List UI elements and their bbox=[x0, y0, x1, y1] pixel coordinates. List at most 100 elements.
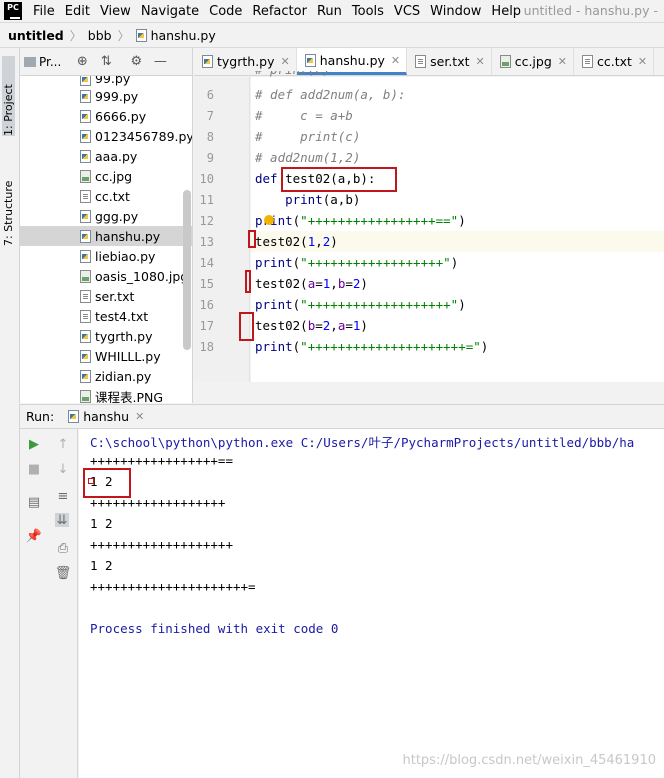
menu-tools[interactable]: Tools bbox=[347, 4, 389, 19]
tree-item[interactable]: aaa.py bbox=[20, 146, 192, 166]
tree-item[interactable]: ggg.py bbox=[20, 206, 192, 226]
annotation-marker bbox=[88, 478, 94, 484]
tab-cc-txt[interactable]: cc.txt ✕ bbox=[574, 48, 655, 75]
pycharm-logo-icon: PC bbox=[4, 2, 22, 20]
close-icon[interactable]: ✕ bbox=[391, 54, 400, 67]
line-number: 18 bbox=[199, 340, 214, 354]
tree-item-selected[interactable]: hanshu.py bbox=[20, 226, 192, 246]
close-icon[interactable]: ✕ bbox=[135, 410, 144, 423]
tab-ser[interactable]: ser.txt ✕ bbox=[407, 48, 492, 75]
python-file-icon bbox=[80, 89, 91, 103]
collapse-icon[interactable]: ⇅ bbox=[99, 54, 113, 69]
run-toolbar-secondary: ↑ ↓ ≡ ⇊ ⎙ 🗑 bbox=[48, 429, 78, 778]
menu-run[interactable]: Run bbox=[312, 4, 347, 19]
menu-file[interactable]: File bbox=[28, 4, 60, 19]
breadcrumb-project[interactable]: untitled bbox=[8, 28, 64, 43]
line-number: 7 bbox=[206, 109, 214, 123]
console-line: 1 2 bbox=[90, 516, 113, 531]
close-icon[interactable]: ✕ bbox=[638, 55, 647, 68]
code-line: print("++++++++++++++++++") bbox=[255, 255, 459, 270]
menu-window[interactable]: Window bbox=[425, 4, 486, 19]
layout-icon[interactable]: ▤ bbox=[27, 495, 41, 510]
menu-navigate[interactable]: Navigate bbox=[136, 4, 204, 19]
scrollbar[interactable] bbox=[183, 190, 191, 350]
left-tool-stripe: 1: Project 7: Structure bbox=[0, 48, 20, 403]
python-file-icon bbox=[80, 149, 91, 163]
tree-item[interactable]: 999.py bbox=[20, 86, 192, 106]
tree-item[interactable]: cc.jpg bbox=[20, 166, 192, 186]
soft-wrap-icon[interactable]: ≡ bbox=[56, 489, 70, 504]
annotation-box bbox=[281, 167, 397, 192]
scroll-to-end-icon[interactable]: ⇊ bbox=[55, 513, 69, 528]
arrow-down-icon[interactable]: ↓ bbox=[56, 462, 70, 477]
python-file-icon bbox=[80, 209, 91, 223]
tab-tygrth[interactable]: tygrth.py ✕ bbox=[194, 48, 297, 75]
python-file-icon bbox=[80, 349, 91, 363]
bottom-left-stripe bbox=[0, 404, 20, 778]
breadcrumb-folder[interactable]: bbb bbox=[88, 28, 112, 43]
tree-item[interactable]: zidian.py bbox=[20, 366, 192, 386]
tab-cc-jpg[interactable]: cc.jpg ✕ bbox=[492, 48, 574, 75]
run-toolbar-primary: ▶ ■ ▤ 📌 bbox=[20, 429, 48, 778]
tab-hanshu[interactable]: hanshu.py ✕ bbox=[296, 48, 408, 75]
menu-refactor[interactable]: Refactor bbox=[247, 4, 312, 19]
trash-icon[interactable]: 🗑 bbox=[55, 566, 72, 581]
chevron-right-icon: 〉 bbox=[117, 28, 130, 43]
minimize-icon[interactable]: — bbox=[153, 54, 167, 69]
tree-item[interactable]: 0123456789.py bbox=[20, 126, 192, 146]
line-number: 13 bbox=[199, 235, 214, 249]
locate-icon[interactable]: ⊕ bbox=[75, 54, 89, 69]
python-file-icon bbox=[80, 109, 91, 123]
tree-item[interactable]: test4.txt bbox=[20, 306, 192, 326]
tree-item[interactable]: WHILLL.py bbox=[20, 346, 192, 366]
menu-code[interactable]: Code bbox=[204, 4, 247, 19]
print-icon[interactable]: ⎙ bbox=[56, 541, 70, 556]
project-view-selector[interactable]: Pr... bbox=[39, 55, 61, 69]
close-icon[interactable]: ✕ bbox=[558, 55, 567, 68]
lightbulb-icon[interactable] bbox=[264, 215, 274, 225]
tree-item[interactable]: liebiao.py bbox=[20, 246, 192, 266]
tree-item[interactable]: 6666.py bbox=[20, 106, 192, 126]
tree-item[interactable]: tygrth.py bbox=[20, 326, 192, 346]
line-number: 12 bbox=[199, 214, 214, 228]
menu-vcs[interactable]: VCS bbox=[389, 4, 425, 19]
tree-item[interactable]: ser.txt bbox=[20, 286, 192, 306]
code-line: print("+++++++++++++++++++") bbox=[255, 297, 466, 312]
run-label: Run: bbox=[26, 409, 55, 424]
project-tree: 99.py 999.py 6666.py 0123456789.py aaa.p… bbox=[20, 70, 192, 403]
menu-edit[interactable]: Edit bbox=[60, 4, 95, 19]
pin-icon[interactable]: 📌 bbox=[26, 529, 42, 544]
gear-icon[interactable]: ⚙ bbox=[129, 54, 143, 69]
tree-item[interactable]: 课程表.PNG bbox=[20, 386, 192, 403]
image-file-icon bbox=[80, 269, 91, 283]
close-icon[interactable]: ✕ bbox=[281, 55, 290, 68]
code-line: test02(1,2) bbox=[255, 234, 338, 249]
tab-run-hanshu[interactable]: hanshu ✕ bbox=[68, 409, 144, 424]
console-output[interactable] bbox=[79, 429, 664, 778]
menu-help[interactable]: Help bbox=[486, 4, 526, 19]
window-title: untitled - hanshu.py - bbox=[523, 3, 658, 18]
line-number: 17 bbox=[199, 319, 214, 333]
run-icon[interactable]: ▶ bbox=[27, 437, 41, 452]
python-file-icon bbox=[68, 410, 80, 423]
code-line: # c = a+b bbox=[255, 108, 353, 123]
line-number: 9 bbox=[206, 151, 214, 165]
tab-structure[interactable]: 7: Structure bbox=[2, 146, 15, 246]
python-file-icon bbox=[304, 53, 316, 67]
line-number: 11 bbox=[199, 193, 214, 207]
menu-view[interactable]: View bbox=[95, 4, 136, 19]
close-icon[interactable]: ✕ bbox=[476, 55, 485, 68]
image-file-icon bbox=[80, 389, 91, 403]
tree-item[interactable]: cc.txt bbox=[20, 186, 192, 206]
console-line: +++++++++++++++++== bbox=[90, 453, 233, 468]
tree-item[interactable]: oasis_1080.jpg bbox=[20, 266, 192, 286]
arrow-up-icon[interactable]: ↑ bbox=[56, 437, 70, 452]
stop-icon[interactable]: ■ bbox=[27, 462, 41, 477]
line-number: 6 bbox=[206, 88, 214, 102]
tab-project[interactable]: 1: Project bbox=[2, 56, 15, 136]
image-file-icon bbox=[499, 55, 511, 68]
python-file-icon bbox=[135, 28, 147, 42]
python-file-icon bbox=[80, 329, 91, 343]
breadcrumb-file[interactable]: hanshu.py bbox=[135, 28, 216, 43]
python-file-icon bbox=[80, 249, 91, 263]
